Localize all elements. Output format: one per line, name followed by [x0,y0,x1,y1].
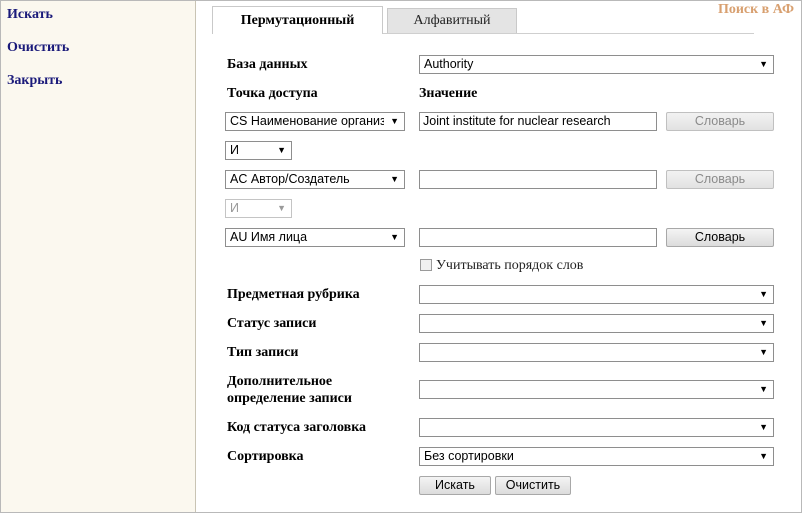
extra-definition-label-line1: Дополнительное [227,374,333,389]
value-input-1[interactable]: Joint institute for nuclear research [419,112,657,131]
chevron-down-icon: ▼ [277,145,286,155]
chevron-down-icon: ▼ [759,347,768,357]
chevron-down-icon: ▼ [759,59,768,69]
chevron-down-icon: ▼ [390,232,399,242]
sort-label: Сортировка [227,449,304,464]
database-label: База данных [227,57,308,72]
dictionary-button-2[interactable]: Словарь [666,170,774,189]
extra-definition-label-line2: определение записи [227,391,352,406]
access-point-select-1[interactable]: CS Наименование организации ▼ [225,112,405,131]
access-point-select-3-value: AU Имя лица [230,230,308,244]
access-point-header: Точка доступа [227,86,318,101]
word-order-checkbox[interactable] [420,259,432,271]
access-point-select-3[interactable]: AU Имя лица ▼ [225,228,405,247]
clear-button[interactable]: Очистить [495,476,571,495]
chevron-down-icon: ▼ [390,174,399,184]
access-point-select-2-value: AC Автор/Создатель [230,172,350,186]
app-title: Поиск в АФ [717,2,794,17]
sort-select-value: Без сортировки [424,449,514,463]
operator-select-2[interactable]: И ▼ [225,199,292,218]
access-point-select-2[interactable]: AC Автор/Создатель ▼ [225,170,405,189]
chevron-down-icon: ▼ [759,289,768,299]
record-status-select[interactable]: ▼ [419,314,774,333]
chevron-down-icon: ▼ [759,451,768,461]
heading-status-label: Код статуса заголовка [227,420,367,435]
chevron-down-icon: ▼ [390,116,399,126]
chevron-down-icon: ▼ [759,422,768,432]
dictionary-button-1[interactable]: Словарь [666,112,774,131]
search-button[interactable]: Искать [419,476,491,495]
record-type-label: Тип записи [227,345,299,360]
sidebar-item-close[interactable]: Закрыть [7,73,62,89]
word-order-label: Учитывать порядок слов [436,258,584,273]
operator-select-1-value: И [230,143,239,157]
tab-alphabetical[interactable]: Алфавитный [387,8,517,33]
sidebar: Искать Очистить Закрыть [1,1,196,512]
chevron-down-icon: ▼ [759,318,768,328]
sidebar-item-clear[interactable]: Очистить [7,40,69,56]
record-status-label: Статус записи [227,316,317,331]
sidebar-item-search[interactable]: Искать [7,7,53,23]
database-select[interactable]: Authority ▼ [419,55,774,74]
value-input-2[interactable] [419,170,657,189]
operator-select-1[interactable]: И ▼ [225,141,292,160]
dictionary-button-3[interactable]: Словарь [666,228,774,247]
chevron-down-icon: ▼ [277,203,286,213]
operator-select-2-value: И [230,201,239,215]
database-select-value: Authority [424,57,474,71]
tab-permutation[interactable]: Пермутационный [212,6,383,34]
subject-select[interactable]: ▼ [419,285,774,304]
value-header: Значение [419,86,478,101]
sort-select[interactable]: Без сортировки ▼ [419,447,774,466]
record-type-select[interactable]: ▼ [419,343,774,362]
chevron-down-icon: ▼ [759,384,768,394]
extra-definition-select[interactable]: ▼ [419,380,774,399]
subject-label: Предметная рубрика [227,287,360,302]
heading-status-select[interactable]: ▼ [419,418,774,437]
access-point-select-1-value: CS Наименование организации [230,114,384,128]
value-input-3[interactable] [419,228,657,247]
